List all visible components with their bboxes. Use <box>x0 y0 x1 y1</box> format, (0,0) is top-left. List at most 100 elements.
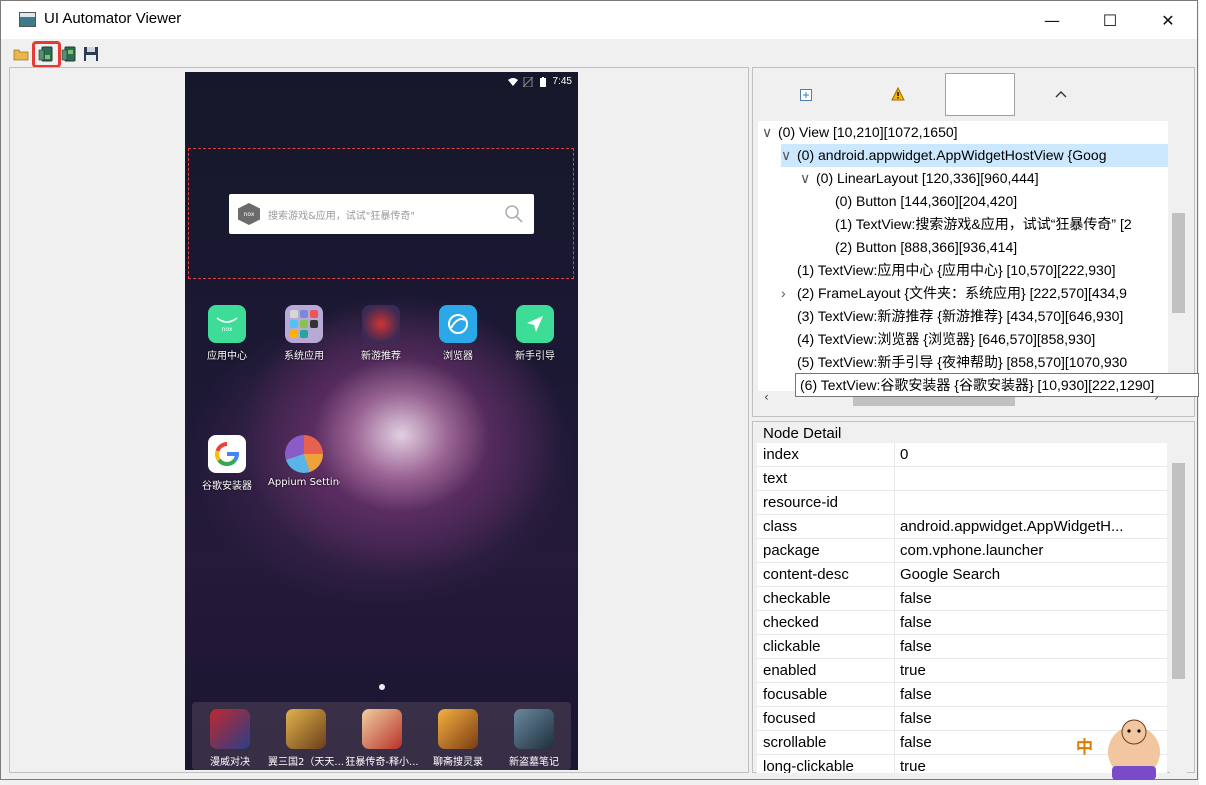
tree-node[interactable]: (4) TextView:浏览器 {浏览器} [646,570][858,930… <box>781 328 1168 351</box>
tree-node-label: (0) View [10,210][1072,1650] <box>778 124 958 140</box>
column-divider <box>894 659 895 683</box>
detail-row[interactable]: index 0 <box>757 443 1167 467</box>
expand-toggle-icon[interactable]: › <box>781 282 797 305</box>
status-bar: 7:45 <box>185 72 578 92</box>
close-button[interactable]: ✕ <box>1139 1 1197 39</box>
dock-app[interactable]: 新盗墓笔记 <box>496 709 572 768</box>
app-appium-settings[interactable]: Appium Settings <box>268 435 340 488</box>
column-divider <box>894 563 895 587</box>
tree-vertical-scrollbar[interactable] <box>1170 121 1187 391</box>
detail-row[interactable]: resource-id <box>757 491 1167 515</box>
app-app-center[interactable]: nox 应用中心 <box>191 305 263 362</box>
app-google-installer[interactable]: 谷歌安装器 <box>191 435 263 492</box>
tree-node[interactable]: (2) Button [888,366][936,414] <box>819 236 1168 259</box>
column-divider <box>894 467 895 491</box>
detail-value: 0 <box>900 446 909 463</box>
detail-row[interactable]: checked false <box>757 611 1167 635</box>
background-window-edge <box>1199 0 1206 785</box>
folder-icon <box>285 305 323 343</box>
expand-toggle-icon[interactable]: ∨ <box>781 144 797 167</box>
search-widget[interactable]: nox 搜索游戏&应用，试试"狂暴传奇" <box>229 194 534 234</box>
tree-node-label: (4) TextView:浏览器 {浏览器} [646,570][858,930… <box>797 331 1096 347</box>
collapse-up-icon[interactable] <box>1055 90 1067 98</box>
app-icon <box>19 12 36 27</box>
maximize-button[interactable]: ☐ <box>1081 1 1139 39</box>
detail-row[interactable]: focusable false <box>757 683 1167 707</box>
app-beginner-guide[interactable]: 新手引导 <box>499 305 571 362</box>
daomu-game-icon <box>514 709 554 749</box>
tree-node-label: (5) TextView:新手引导 {夜神帮助} [858,570][1070,… <box>797 354 1128 370</box>
tree-node[interactable]: (3) TextView:新游推荐 {新游推荐} [434,570][646,9… <box>781 305 1168 328</box>
expand-toggle-icon[interactable]: ∨ <box>762 121 778 144</box>
browser-icon <box>439 305 477 343</box>
dock-app[interactable]: 漫威对决 <box>192 709 268 768</box>
tree-node[interactable]: ∨ (0) android.appwidget.AppWidgetHostView… <box>781 144 1168 167</box>
minimize-button[interactable]: — <box>1023 1 1081 39</box>
filter-input[interactable] <box>945 73 1015 116</box>
status-time: 7:45 <box>552 76 572 87</box>
warning-icon[interactable] <box>891 87 905 101</box>
tree-node-label: (0) android.appwidget.AppWidgetHostView … <box>797 147 1107 163</box>
toolbar <box>0 38 1196 68</box>
column-divider <box>894 539 895 563</box>
tree-node[interactable]: (5) TextView:新手引导 {夜神帮助} [858,570][1070,… <box>781 351 1168 374</box>
detail-value: false <box>900 614 932 631</box>
tree-node[interactable]: (1) TextView:应用中心 {应用中心} [10,570][222,93… <box>781 259 1168 282</box>
save-icon[interactable] <box>83 46 99 62</box>
column-divider <box>894 443 895 467</box>
hierarchy-tree[interactable]: ∨ (0) View [10,210][1072,1650] ∨ (0) androi… <box>758 121 1168 391</box>
detail-value: false <box>900 590 932 607</box>
dock-app[interactable]: 聊斋搜灵录 <box>420 709 496 768</box>
tree-node[interactable]: (0) Button [144,360][204,420] <box>819 190 1168 213</box>
scroll-thumb[interactable] <box>1172 463 1185 679</box>
chuanqi-game-icon <box>362 709 402 749</box>
app-system-folder[interactable]: 系统应用 <box>268 305 340 362</box>
device-screenshot[interactable]: 7:45 nox 搜索游戏&应用，试试"狂暴传奇" nox 应用中心 系统应用 … <box>185 72 578 770</box>
scroll-thumb[interactable] <box>1172 213 1185 313</box>
wifi-icon <box>508 78 518 86</box>
tree-node[interactable]: (1) TextView:搜索游戏&应用，试试“狂暴传奇” [2 <box>819 213 1168 236</box>
page-indicator <box>379 684 385 690</box>
tree-node[interactable]: › (2) FrameLayout {文件夹：系统应用} [222,570][43… <box>781 282 1168 305</box>
detail-row[interactable]: clickable false <box>757 635 1167 659</box>
search-icon[interactable] <box>504 204 524 224</box>
detail-row[interactable]: enabled true <box>757 659 1167 683</box>
detail-key: content-desc <box>763 566 849 583</box>
tree-node-label: (3) TextView:新游推荐 {新游推荐} [434,570][646,9… <box>797 308 1124 324</box>
detail-value: false <box>900 686 932 703</box>
detail-vertical-scrollbar[interactable] <box>1170 443 1187 773</box>
detail-value: Google Search <box>900 566 1001 583</box>
tree-node[interactable]: ∨ (0) LinearLayout [120,336][960,444] <box>800 167 1168 190</box>
expand-all-icon[interactable] <box>800 89 812 101</box>
scroll-left-icon[interactable]: ‹ <box>764 390 769 404</box>
device-screenshot-compressed-icon[interactable] <box>61 46 77 62</box>
column-divider <box>894 683 895 707</box>
app-browser[interactable]: 浏览器 <box>422 305 494 362</box>
dock-app[interactable]: 翼三国2（天天... <box>268 709 344 768</box>
search-placeholder: 搜索游戏&应用，试试"狂暴传奇" <box>268 211 415 222</box>
detail-row[interactable]: content-desc Google Search <box>757 563 1167 587</box>
app-label: Appium Settings <box>268 477 340 488</box>
app-label: 狂暴传奇-释小... <box>345 757 419 768</box>
expand-toggle-icon[interactable]: ∨ <box>800 167 816 190</box>
detail-row[interactable]: package com.vphone.launcher <box>757 539 1167 563</box>
ime-indicator[interactable]: 中 <box>1076 733 1093 758</box>
app-label: 聊斋搜灵录 <box>433 757 483 768</box>
detail-key: package <box>763 542 820 559</box>
detail-key: class <box>763 518 798 535</box>
open-folder-icon[interactable] <box>13 46 29 62</box>
sanguo-game-icon <box>286 709 326 749</box>
detail-row[interactable]: checkable false <box>757 587 1167 611</box>
tree-node-label: (0) Button [144,360][204,420] <box>835 193 1018 209</box>
app-label: 浏览器 <box>443 351 473 362</box>
detail-key: checkable <box>763 590 831 607</box>
node-detail-header: Node Detail <box>763 425 842 442</box>
tree-node[interactable]: ∨ (0) View [10,210][1072,1650] <box>762 121 1168 144</box>
dock-app[interactable]: 狂暴传奇-释小... <box>344 709 420 768</box>
detail-row[interactable]: class android.appwidget.AppWidgetH... <box>757 515 1167 539</box>
app-new-games[interactable]: 新游推荐 <box>345 305 417 362</box>
marvel-duel-icon <box>210 709 250 749</box>
detail-row[interactable]: text <box>757 467 1167 491</box>
mascot-icon[interactable] <box>1098 712 1170 785</box>
tree-node-label: (1) TextView:应用中心 {应用中心} [10,570][222,93… <box>797 262 1116 278</box>
